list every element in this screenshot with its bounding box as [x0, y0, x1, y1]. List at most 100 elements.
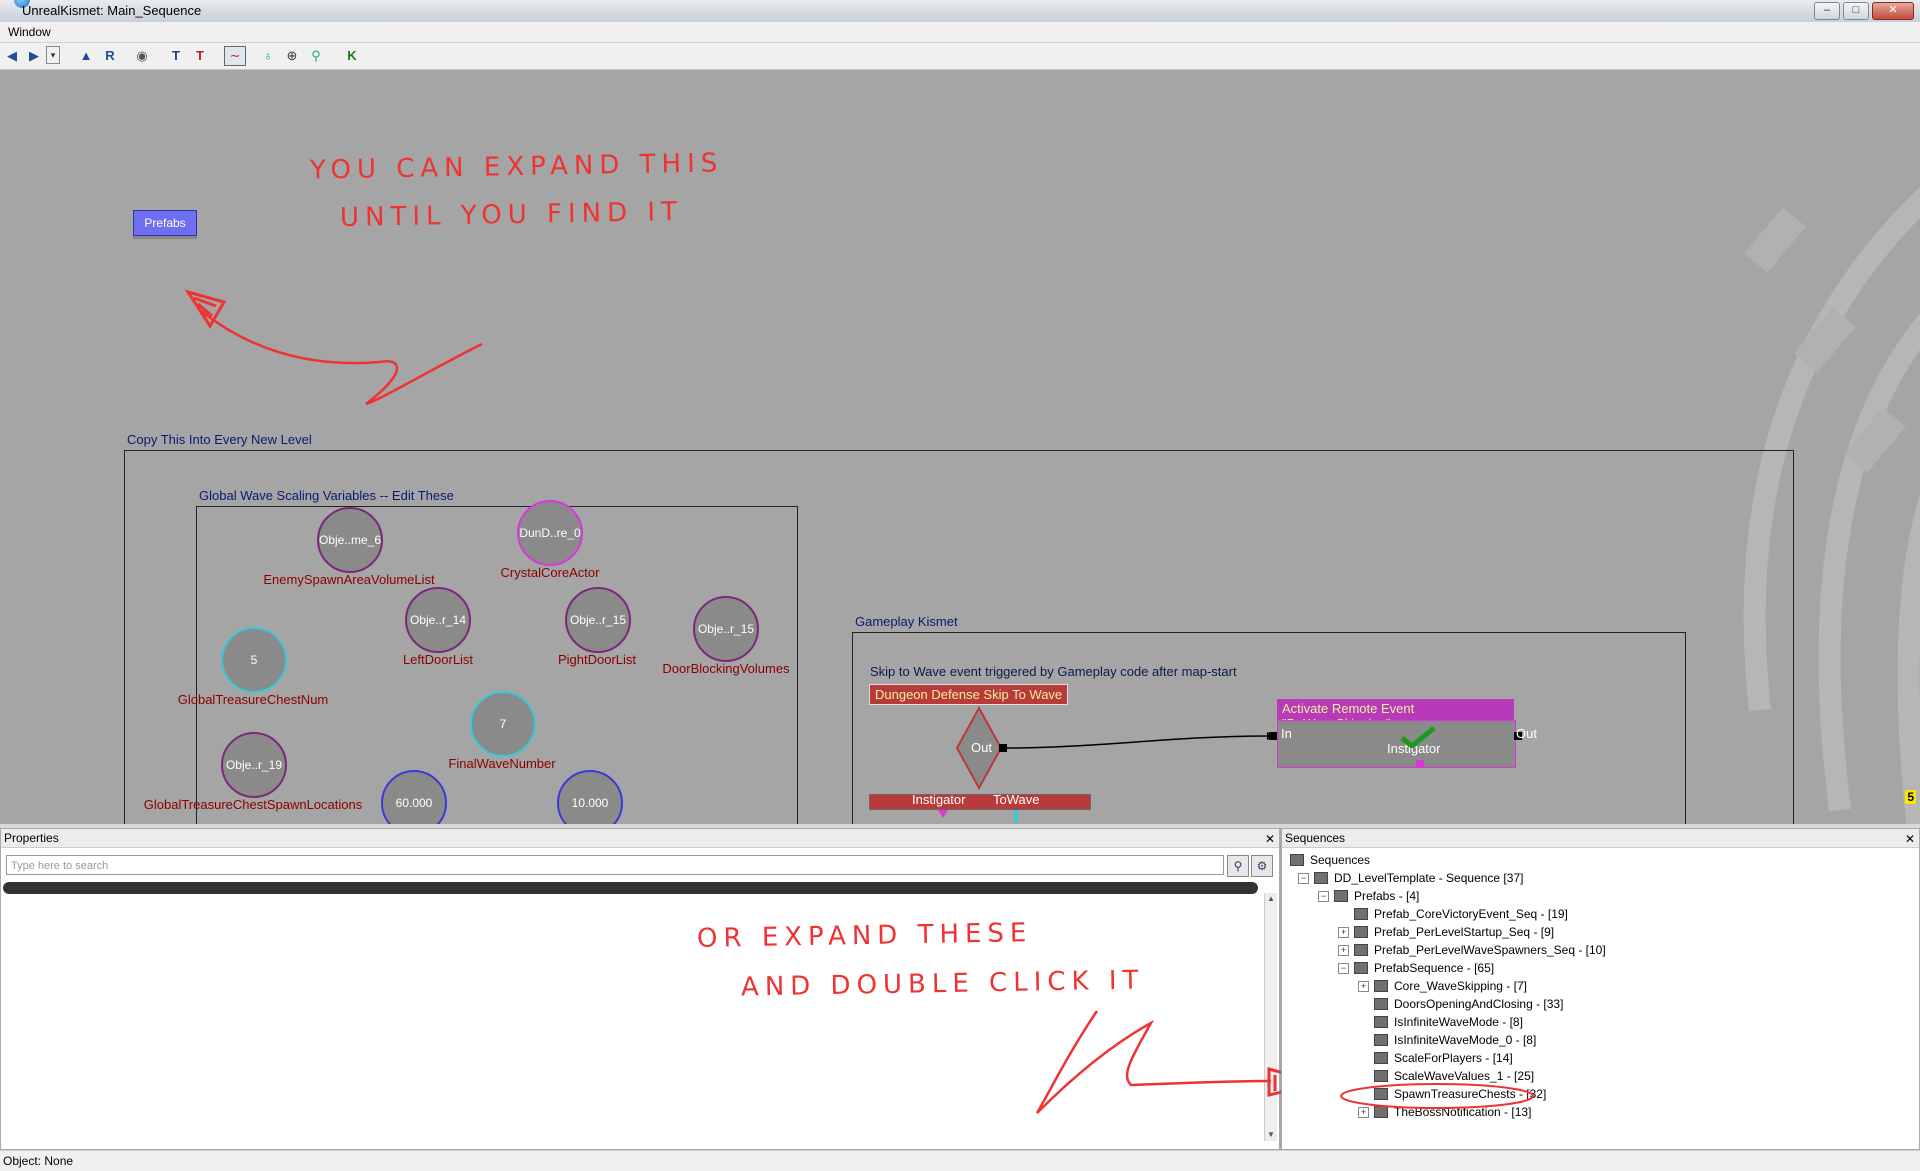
expand-toggle[interactable]: + — [1338, 927, 1349, 938]
kismet-icon[interactable]: K — [342, 46, 362, 66]
properties-category-bar[interactable] — [3, 882, 1258, 894]
eye-icon[interactable]: ◉ — [132, 46, 152, 66]
variable-node[interactable]: Obje..r_15 — [565, 587, 631, 653]
action-in-label: In — [1281, 726, 1292, 741]
frame-gameplay-title: Gameplay Kismet — [855, 614, 958, 629]
tree-item[interactable]: IsInfiniteWaveMode - [8] — [1358, 1013, 1523, 1031]
collapse-toggle[interactable]: − — [1318, 891, 1329, 902]
curve-icon[interactable]: ∼ — [224, 46, 246, 66]
tree-item[interactable]: + Core_WaveSkipping - [7] — [1358, 977, 1527, 995]
link-wire — [1006, 732, 1275, 749]
annotation-bottom-line1: OR EXPAND THESE — [696, 918, 1033, 954]
variable-node[interactable]: 5 — [221, 627, 287, 693]
sequences-close-icon[interactable]: ✕ — [1905, 830, 1915, 848]
annotation-top-line1: YOU CAN EXPAND THIS — [309, 148, 724, 186]
variable-node[interactable]: 7 — [470, 691, 536, 757]
advanced-search-icon[interactable]: ⚙ — [1251, 855, 1273, 877]
tree-item[interactable]: − Prefabs - [4] — [1318, 887, 1419, 905]
tree-item[interactable]: ScaleForPlayers - [14] — [1358, 1049, 1513, 1067]
sequence-icon — [1354, 926, 1368, 938]
tree-item[interactable]: − DD_LevelTemplate - Sequence [37] — [1298, 869, 1523, 887]
collapse-toggle[interactable]: − — [1298, 873, 1309, 884]
tree-item-label: DD_LevelTemplate - Sequence [37] — [1334, 871, 1524, 885]
tree-item[interactable]: + Prefab_PerLevelStartup_Seq - [9] — [1338, 923, 1554, 941]
forward-arrow-icon[interactable]: ▶ — [24, 46, 44, 66]
sequences-header: Sequences ✕ — [1282, 829, 1919, 848]
properties-panel: Properties ✕ Type here to search ⚲ ⚙ ▲ ▼… — [0, 828, 1322, 1150]
instigator-link-label: Instigator — [912, 792, 966, 807]
properties-search-input[interactable]: Type here to search — [6, 855, 1224, 875]
sequence-icon — [1354, 962, 1368, 974]
sequences-panel: Sequences ✕ Sequences − DD_LevelTemplate… — [1281, 828, 1920, 1150]
refresh-icon[interactable]: R — [100, 46, 120, 66]
prefabs-node[interactable]: Prefabs — [133, 210, 197, 236]
sequence-icon — [1374, 980, 1388, 992]
sequence-icon — [1334, 890, 1348, 902]
tree-item[interactable]: DoorsOpeningAndClosing - [33] — [1358, 995, 1563, 1013]
tree-item[interactable]: + Prefab_PerLevelWaveSpawners_Seq - [10] — [1338, 941, 1606, 959]
tree-item[interactable]: − PrefabSequence - [65] — [1338, 959, 1494, 977]
variable-node[interactable]: Obje..r_19 — [221, 732, 287, 798]
minimize-button[interactable]: – — [1814, 2, 1840, 20]
tree-item[interactable]: Prefab_CoreVictoryEvent_Seq - [19] — [1338, 905, 1568, 923]
variable-label: LeftDoorList — [402, 652, 474, 667]
kismet-canvas[interactable]: Prefabs Copy This Into Every New Level G… — [0, 70, 1920, 824]
search-icon[interactable]: ⚲ — [1227, 855, 1249, 877]
corner-badge: 5 — [1905, 790, 1916, 804]
variable-label: GlobalTreasureChestNum — [177, 692, 329, 707]
back-arrow-icon[interactable]: ◀ — [2, 46, 22, 66]
title-bar: UnrealKismet: Main_Sequence – □ ✕ — [0, 0, 1920, 23]
maximize-button[interactable]: □ — [1843, 2, 1869, 20]
tree-item[interactable]: Sequences — [1288, 851, 1370, 869]
action-instigator-connector[interactable] — [1416, 760, 1424, 768]
tree-item-label: Prefab_PerLevelStartup_Seq - [9] — [1374, 925, 1555, 939]
sequence-icon — [1354, 944, 1368, 956]
lightbulb-icon[interactable]: ♁ — [258, 46, 278, 66]
sequence-icon — [1290, 854, 1304, 866]
variable-label: PightDoorList — [557, 652, 637, 667]
annotation-arrow-top — [184, 289, 483, 406]
variable-label: FinalWaveNumber — [448, 756, 556, 771]
expand-toggle[interactable]: + — [1358, 981, 1369, 992]
towave-connector[interactable] — [1014, 810, 1018, 822]
properties-title: Properties — [4, 831, 59, 845]
tree-item-label: Prefab_CoreVictoryEvent_Seq - [19] — [1374, 907, 1568, 921]
variable-label: GlobalTreasureChestSpawnLocations — [143, 797, 363, 812]
window-title: UnrealKismet: Main_Sequence — [22, 3, 202, 18]
menu-window[interactable]: Window — [8, 25, 51, 39]
variable-node[interactable]: Obje..r_14 — [405, 587, 471, 653]
variable-node[interactable]: Obje..me_6 — [317, 507, 383, 573]
event-node-title[interactable]: Dungeon Defense Skip To Wave — [869, 684, 1069, 705]
zoom-icon[interactable]: ⊕ — [282, 46, 302, 66]
checkmark-icon — [1400, 726, 1436, 748]
properties-close-icon[interactable]: ✕ — [1265, 830, 1275, 848]
scroll-down-icon[interactable]: ▼ — [1265, 1129, 1277, 1141]
dropdown-icon[interactable]: ▾ — [46, 46, 60, 64]
toolbar: ◀ ▶ ▾ ▲ R ◉ T T ∼ ♁ ⊕ ⚲ K — [0, 43, 1920, 70]
action-in-connector[interactable] — [1269, 732, 1277, 740]
tree-item[interactable]: IsInfiniteWaveMode_0 - [8] — [1358, 1031, 1536, 1049]
search-icon[interactable]: ⚲ — [306, 46, 326, 66]
frame-global-title: Global Wave Scaling Variables -- Edit Th… — [199, 488, 454, 503]
variable-node[interactable]: Obje..r_15 — [693, 596, 759, 662]
frame-copy-title: Copy This Into Every New Level — [127, 432, 312, 447]
event-out-label: Out — [971, 740, 992, 755]
sequence-icon — [1374, 998, 1388, 1010]
close-button[interactable]: ✕ — [1872, 2, 1914, 20]
filter-icon[interactable]: T — [166, 46, 186, 66]
variable-label: CrystalCoreActor — [500, 565, 600, 580]
gameplay-comment: Skip to Wave event triggered by Gameplay… — [870, 664, 1237, 679]
up-arrow-icon[interactable]: ▲ — [76, 46, 96, 66]
filter-red-icon[interactable]: T — [190, 46, 210, 66]
collapse-toggle[interactable]: − — [1338, 963, 1349, 974]
sequence-icon — [1354, 908, 1368, 920]
instigator-connector[interactable] — [938, 810, 948, 818]
expand-toggle[interactable]: + — [1338, 945, 1349, 956]
scroll-up-icon[interactable]: ▲ — [1265, 893, 1277, 905]
window-controls: – □ ✕ — [1814, 2, 1914, 20]
annotation-bottom-line2: AND DOUBLE CLICK IT — [740, 965, 1145, 1003]
sequence-icon — [1374, 1016, 1388, 1028]
sequence-icon — [1374, 1052, 1388, 1064]
variable-node[interactable]: DunD..re_0 — [517, 500, 583, 566]
status-bar: Object: None — [0, 1150, 1920, 1171]
